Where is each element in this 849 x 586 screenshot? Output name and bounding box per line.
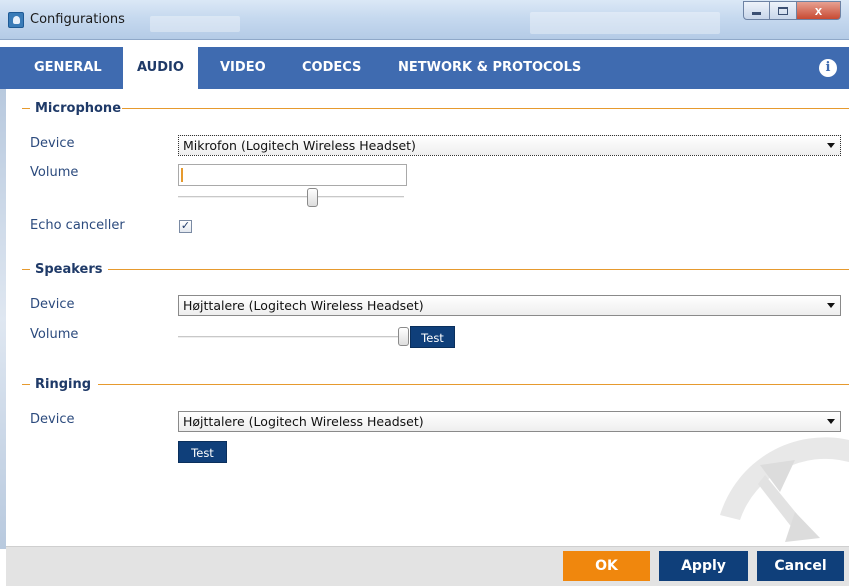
- microphone-section-header: Microphone: [22, 99, 127, 117]
- background-search-field: [530, 12, 720, 34]
- microphone-volume-label: Volume: [30, 165, 79, 180]
- ringing-device-label: Device: [30, 412, 75, 427]
- tab-general[interactable]: GENERAL: [20, 47, 116, 89]
- tab-video[interactable]: VIDEO: [206, 47, 280, 89]
- microphone-volume-meter: [178, 164, 407, 186]
- speakers-device-select[interactable]: Højttalere (Logitech Wireless Headset): [178, 295, 841, 316]
- section-dash: [22, 107, 30, 109]
- tab-bar: GENERAL AUDIO VIDEO CODECS NETWORK & PRO…: [0, 47, 849, 89]
- maximize-icon: [778, 6, 788, 15]
- section-dash: [22, 268, 30, 270]
- watermark-logo: [700, 420, 849, 546]
- volume-level-indicator: [181, 168, 183, 182]
- speakers-heading: Speakers: [35, 261, 103, 277]
- microphone-volume-track[interactable]: [178, 196, 404, 198]
- close-icon: x: [814, 3, 823, 18]
- window-title: Configurations: [30, 12, 125, 27]
- info-icon[interactable]: i: [819, 59, 837, 77]
- ringing-test-button[interactable]: Test: [178, 441, 227, 463]
- ringing-divider: [98, 384, 849, 385]
- tab-network-protocols[interactable]: NETWORK & PROTOCOLS: [384, 47, 595, 89]
- tab-audio[interactable]: AUDIO: [123, 47, 198, 89]
- apply-button[interactable]: Apply: [659, 551, 748, 581]
- maximize-button[interactable]: [770, 1, 797, 20]
- microphone-device-label: Device: [30, 136, 75, 151]
- microphone-device-select[interactable]: Mikrofon (Logitech Wireless Headset): [178, 135, 841, 156]
- echo-canceller-label: Echo canceller: [30, 218, 125, 233]
- cancel-button[interactable]: Cancel: [757, 551, 844, 581]
- tab-codecs[interactable]: CODECS: [288, 47, 375, 89]
- chevron-down-icon: [827, 303, 835, 308]
- window-controls: x: [743, 1, 841, 21]
- minimize-button[interactable]: [743, 1, 770, 20]
- speakers-device-value: Højttalere (Logitech Wireless Headset): [183, 298, 424, 313]
- echo-canceller-checkbox[interactable]: ✓: [179, 220, 192, 233]
- close-button[interactable]: x: [797, 1, 841, 20]
- check-icon: ✓: [180, 220, 191, 232]
- speakers-test-button[interactable]: Test: [410, 326, 455, 348]
- app-icon: [8, 12, 24, 28]
- chevron-down-icon: [827, 143, 835, 148]
- speakers-volume-label: Volume: [30, 327, 79, 342]
- ok-button[interactable]: OK: [563, 551, 650, 581]
- section-dash: [22, 383, 30, 385]
- title-bar: Configurations x: [0, 0, 849, 40]
- speakers-volume-track[interactable]: [178, 336, 401, 338]
- ringing-heading: Ringing: [35, 376, 92, 392]
- speakers-section-header: Speakers: [22, 260, 109, 278]
- logo-arrows-icon: [720, 437, 849, 542]
- ringing-section-header: Ringing: [22, 375, 97, 393]
- background-window-tab: [150, 16, 240, 32]
- microphone-divider: [122, 108, 849, 109]
- microphone-volume-slider-thumb[interactable]: [307, 188, 318, 207]
- ringing-device-value: Højttalere (Logitech Wireless Headset): [183, 414, 424, 429]
- microphone-heading: Microphone: [35, 100, 122, 116]
- speakers-divider: [108, 269, 849, 270]
- left-edge-strip: [0, 89, 6, 549]
- microphone-device-value: Mikrofon (Logitech Wireless Headset): [183, 138, 416, 153]
- minimize-icon: [752, 12, 761, 15]
- speakers-device-label: Device: [30, 297, 75, 312]
- speakers-volume-slider-thumb[interactable]: [398, 327, 409, 346]
